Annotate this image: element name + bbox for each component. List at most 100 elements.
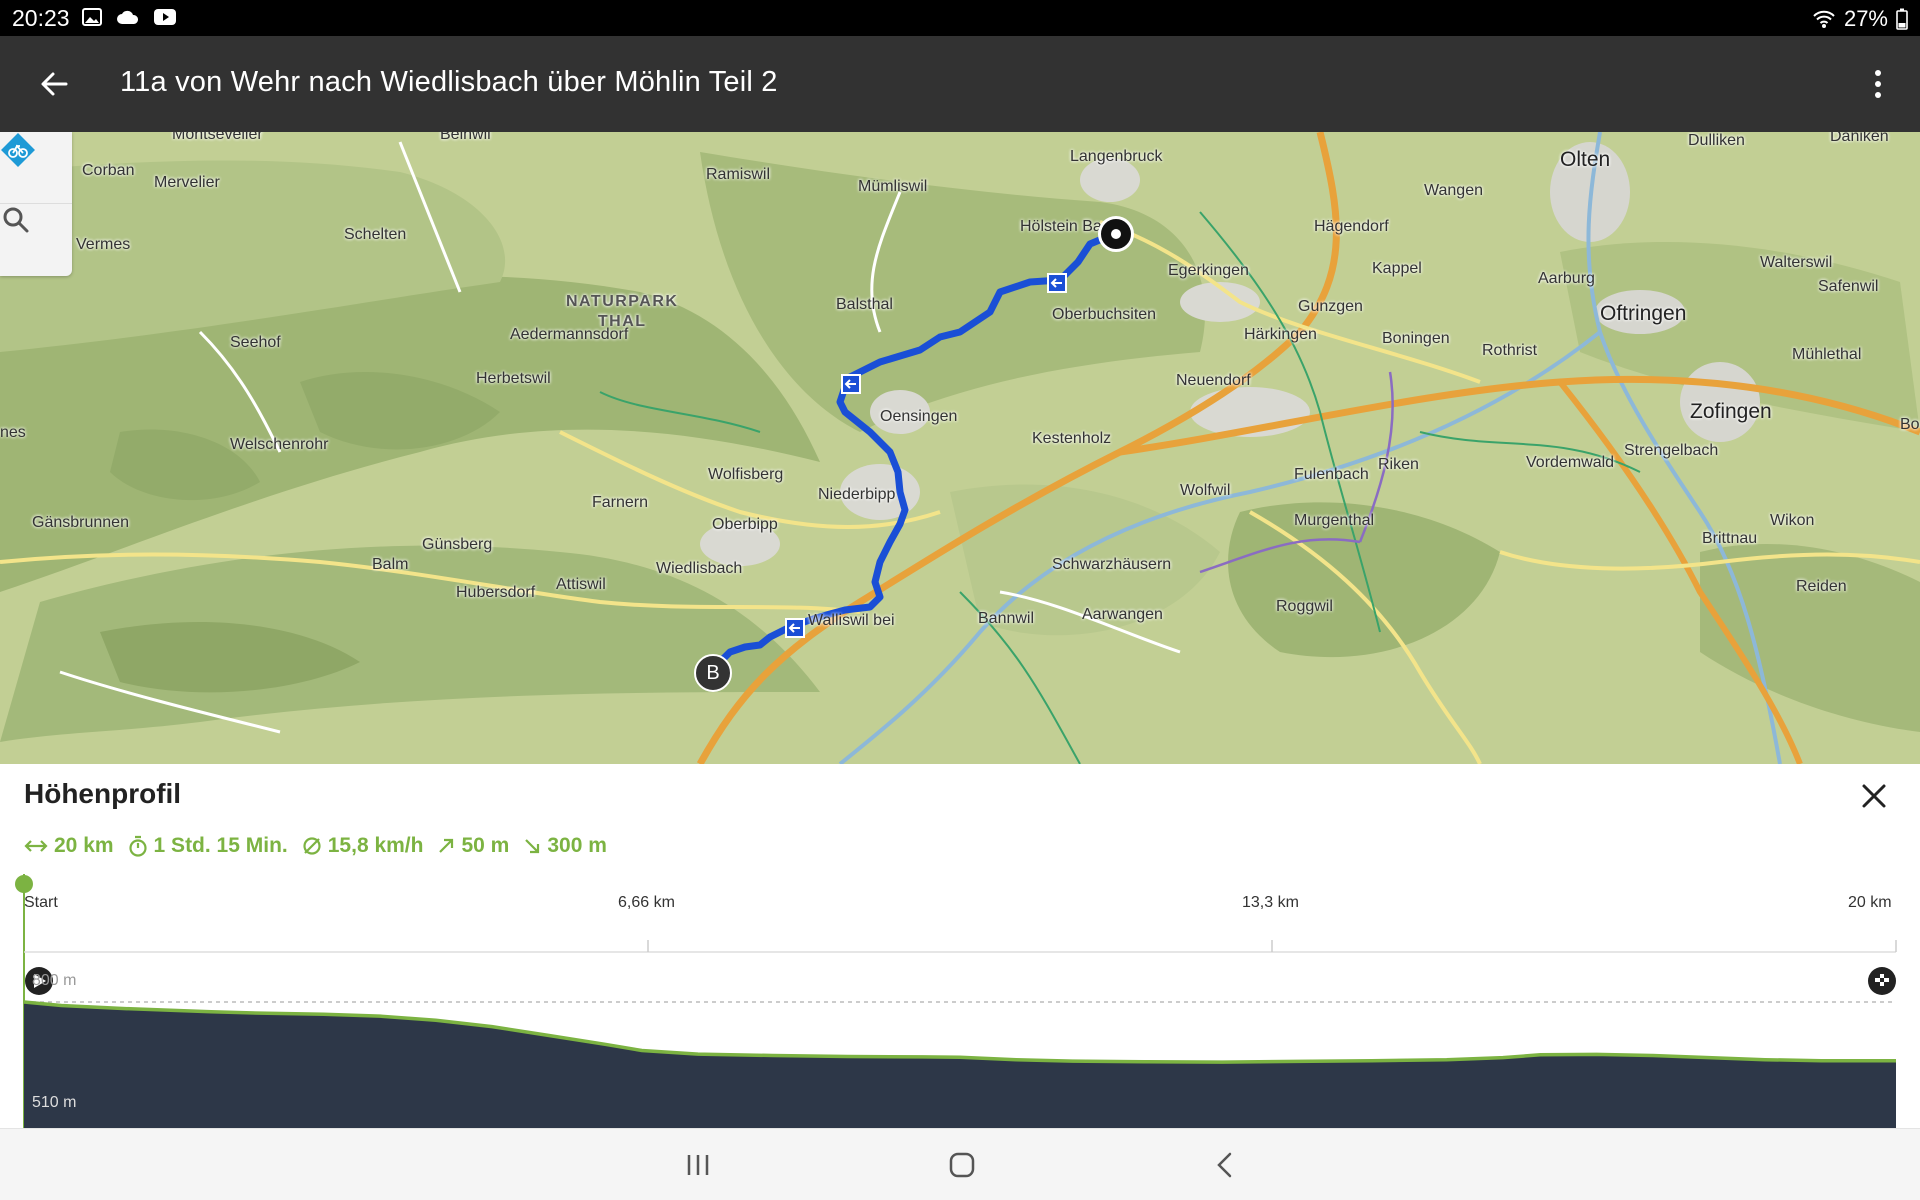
place-label: Wolfisberg bbox=[708, 466, 784, 483]
place-label: Reiden bbox=[1796, 578, 1847, 595]
recents-icon[interactable] bbox=[680, 1147, 716, 1183]
place-label: Däniken bbox=[1830, 132, 1889, 145]
place-label: Zofingen bbox=[1690, 400, 1772, 423]
axis-label-start: Start bbox=[24, 894, 58, 911]
distance-arrows-icon bbox=[24, 840, 48, 852]
route-end-marker[interactable] bbox=[1098, 216, 1134, 252]
profile-position-handle[interactable] bbox=[15, 875, 33, 893]
place-label: nes bbox=[0, 424, 26, 441]
place-label: Brittnau bbox=[1702, 530, 1758, 547]
place-label: Montsevelier bbox=[172, 132, 263, 143]
place-label: Hubersdorf bbox=[456, 584, 536, 601]
status-bar: 20:23 27% bbox=[0, 0, 1920, 36]
y-label-top: 800 m bbox=[32, 972, 77, 989]
ascent-arrow-icon bbox=[439, 838, 454, 853]
place-label: Walliswil bei bbox=[808, 612, 895, 629]
place-label: Wolfwil bbox=[1180, 482, 1231, 499]
place-label: Herbetswil bbox=[476, 370, 551, 387]
place-label: Gänsbrunnen bbox=[32, 514, 129, 531]
elevation-profile-chart[interactable] bbox=[0, 874, 1920, 1128]
battery-icon bbox=[1896, 8, 1908, 30]
stopwatch-icon bbox=[128, 835, 147, 857]
axis-label-mark1: 6,66 km bbox=[618, 894, 675, 911]
descent-arrow-icon bbox=[525, 839, 540, 854]
home-icon[interactable] bbox=[944, 1147, 980, 1183]
place-label: Wikon bbox=[1770, 512, 1815, 529]
place-label: Strengelbach bbox=[1624, 442, 1719, 459]
map-tools bbox=[0, 132, 72, 276]
place-label: Seehof bbox=[230, 334, 281, 351]
axis-label-mark2: 13,3 km bbox=[1242, 894, 1299, 911]
place-label: Aarwangen bbox=[1082, 606, 1163, 623]
stat-distance: 20 km bbox=[54, 834, 114, 857]
place-label: Farnern bbox=[592, 494, 649, 511]
app-bar: 11a von Wehr nach Wiedlisbach über Möhli… bbox=[0, 36, 1920, 132]
back-icon[interactable] bbox=[1208, 1147, 1244, 1183]
map-search-button[interactable] bbox=[0, 204, 72, 276]
close-icon[interactable] bbox=[1858, 780, 1890, 812]
stat-avg-speed: 15,8 km/h bbox=[327, 834, 424, 857]
place-label: Mervelier bbox=[154, 174, 220, 191]
place-label: Bo bbox=[1900, 416, 1920, 433]
average-icon bbox=[303, 837, 321, 855]
axis-label-end: 20 km bbox=[1848, 894, 1892, 911]
place-label: Dulliken bbox=[1688, 132, 1745, 149]
profile-area bbox=[24, 1002, 1896, 1128]
place-label: Egerkingen bbox=[1168, 262, 1249, 279]
place-label: Balsthal bbox=[836, 296, 893, 313]
place-label: Welschenrohr bbox=[230, 436, 329, 453]
place-label: Balm bbox=[372, 556, 409, 573]
route-marker-b[interactable]: B bbox=[694, 654, 732, 692]
place-label: Roggwil bbox=[1276, 598, 1333, 615]
stat-descent: 300 m bbox=[547, 834, 607, 857]
place-label: Safenwil bbox=[1818, 278, 1879, 295]
battery-percent: 27% bbox=[1843, 6, 1888, 31]
place-label: Oberbuchsiten bbox=[1052, 306, 1157, 323]
place-label: Riken bbox=[1378, 456, 1419, 473]
place-label: Neuendorf bbox=[1176, 372, 1251, 389]
place-label: Mühlethal bbox=[1792, 346, 1862, 363]
place-label: Corban bbox=[82, 162, 135, 179]
place-label: Niederbipp bbox=[818, 486, 896, 503]
y-label-bottom: 510 m bbox=[32, 1094, 77, 1111]
place-label: Mümliswil bbox=[858, 178, 928, 195]
search-icon bbox=[3, 207, 29, 233]
place-label: Günsberg bbox=[422, 536, 493, 553]
place-label: Bannwil bbox=[978, 610, 1035, 627]
park-label: NATURPARK THAL bbox=[566, 293, 679, 330]
place-label: Ramiswil bbox=[706, 166, 770, 183]
place-label: Härkingen bbox=[1244, 326, 1317, 343]
more-vert-icon[interactable] bbox=[1872, 66, 1884, 102]
place-label: Oensingen bbox=[880, 408, 958, 425]
status-time: 20:23 bbox=[12, 5, 70, 31]
map-view[interactable]: Montsevelier Beinwil Corban Mervelier Ra… bbox=[0, 132, 1920, 764]
route-stats: 20 km 1 Std. 15 Min. 15,8 km/h 50 m 300 … bbox=[24, 834, 607, 858]
place-label: Gunzgen bbox=[1298, 298, 1363, 315]
bike-layer-icon bbox=[1, 133, 35, 167]
place-label: Rothrist bbox=[1482, 342, 1538, 359]
cloud-icon bbox=[117, 10, 139, 24]
place-label: Oberbipp bbox=[712, 516, 778, 533]
place-label: Olten bbox=[1560, 148, 1611, 171]
place-label: Hägendorf bbox=[1314, 218, 1389, 235]
place-label: Fulenbach bbox=[1294, 466, 1369, 483]
place-label: Murgenthal bbox=[1294, 512, 1375, 529]
place-label: Aarburg bbox=[1538, 270, 1595, 287]
place-label: Boningen bbox=[1382, 330, 1450, 347]
place-label: Kestenholz bbox=[1032, 430, 1112, 447]
finish-flag-icon bbox=[1868, 967, 1896, 995]
stat-ascent: 50 m bbox=[461, 834, 510, 857]
place-label: Oftringen bbox=[1600, 302, 1687, 325]
place-label: Schwarzhäusern bbox=[1052, 556, 1172, 573]
place-label: Schelten bbox=[344, 226, 407, 243]
place-label: Vordemwald bbox=[1526, 454, 1615, 471]
place-label: Beinwil bbox=[440, 132, 491, 143]
arrow-left-icon[interactable] bbox=[36, 66, 72, 102]
place-label: Kappel bbox=[1372, 260, 1422, 277]
stat-duration: 1 Std. 15 Min. bbox=[153, 834, 288, 857]
place-label: Walterswil bbox=[1760, 254, 1833, 271]
bike-layer-button[interactable] bbox=[0, 132, 72, 204]
place-label: Vermes bbox=[76, 236, 131, 253]
panel-title: Höhenprofil bbox=[24, 778, 182, 809]
wifi-icon bbox=[1813, 10, 1835, 28]
